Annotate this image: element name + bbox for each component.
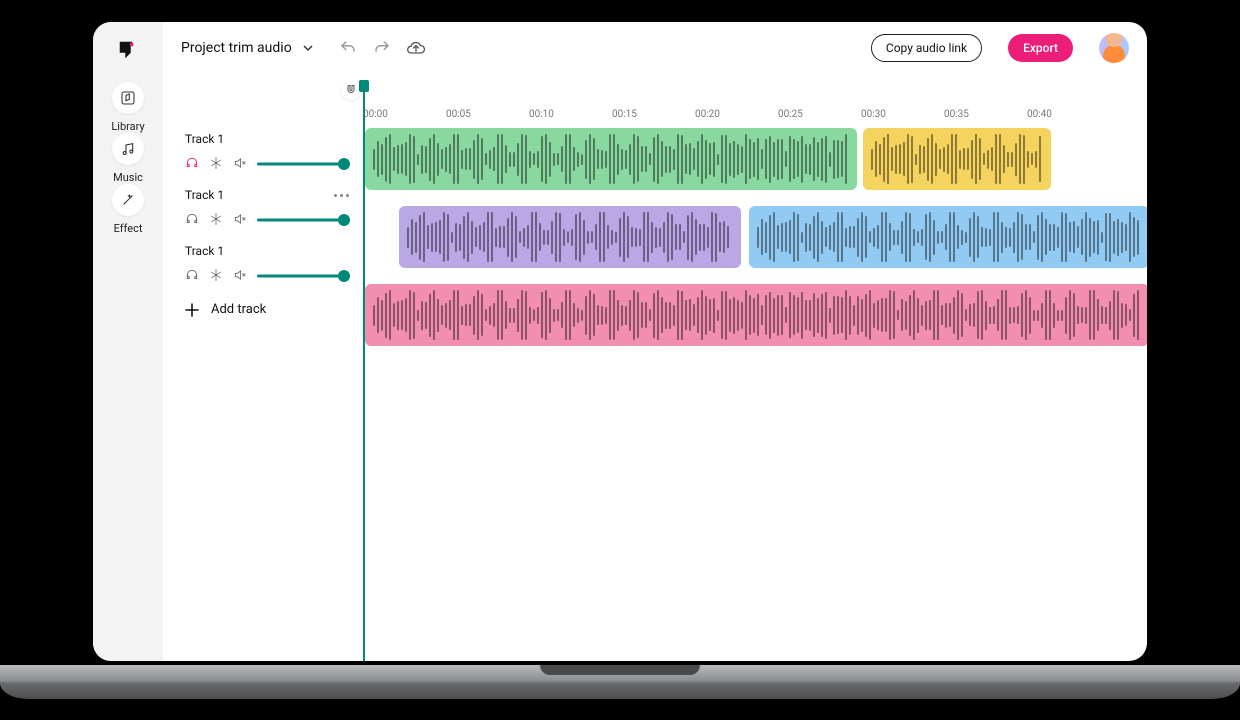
screen-bezel: Library Music Effect Project trim audio (75, 0, 1165, 665)
export-label: Export (1023, 41, 1058, 55)
mute-icon[interactable] (233, 212, 249, 228)
track-header: Track 1 (163, 180, 363, 236)
snap-toggle[interactable] (341, 80, 361, 100)
app-window: Library Music Effect Project trim audio (93, 22, 1147, 661)
topbar: Project trim audio (163, 22, 1147, 74)
rail-item-library[interactable]: Library (111, 82, 144, 133)
laptop-notch (540, 665, 700, 675)
track-name: Track 1 (185, 132, 224, 146)
mute-icon[interactable] (233, 156, 249, 172)
waveform (407, 212, 733, 262)
rail-item-effect[interactable]: Effect (111, 184, 144, 235)
app-logo[interactable] (116, 38, 140, 62)
waveform (373, 134, 849, 184)
track-lanes (363, 120, 1147, 354)
mute-icon[interactable] (233, 268, 249, 284)
cloud-upload-icon (406, 38, 426, 58)
track-header: Track 1 (163, 124, 363, 180)
waveform (871, 134, 1043, 184)
time-tick: 00:00 (363, 109, 446, 120)
cloud-upload-button[interactable] (406, 38, 426, 58)
freeze-icon[interactable] (209, 156, 225, 172)
track-more-button[interactable] (334, 194, 349, 197)
workspace: Track 1Track 1Track 1 Add track 00:0000:… (163, 74, 1147, 661)
main-area: Project trim audio (163, 22, 1147, 661)
redo-button[interactable] (372, 38, 392, 58)
redo-icon (373, 39, 391, 57)
time-tick: 00:35 (944, 109, 1027, 120)
time-tick: 00:30 (861, 109, 944, 120)
chevron-down-icon (302, 42, 314, 54)
time-tick: 00:15 (612, 109, 695, 120)
avatar[interactable] (1099, 33, 1129, 63)
track-name: Track 1 (185, 188, 224, 202)
audio-clip[interactable] (365, 128, 857, 190)
rail-item-label: Effect (114, 222, 143, 235)
laptop-base (0, 665, 1240, 699)
audio-clip[interactable] (749, 206, 1147, 268)
track-lane[interactable] (363, 276, 1147, 354)
add-track-button[interactable]: Add track (163, 292, 363, 327)
track-header: Track 1 (163, 236, 363, 292)
toolbar-icons (338, 38, 426, 58)
time-tick: 00:25 (778, 109, 861, 120)
track-panel: Track 1 Track 1 Track 1 Add track (163, 74, 363, 661)
audio-clip[interactable] (365, 284, 1147, 346)
copy-audio-link-label: Copy audio link (886, 41, 967, 55)
add-track-label: Add track (211, 302, 266, 317)
volume-slider[interactable] (257, 268, 349, 284)
playhead[interactable] (363, 82, 365, 661)
waveform (757, 212, 1141, 262)
waveform (373, 290, 1141, 340)
freeze-icon[interactable] (209, 212, 225, 228)
time-tick: 00:40 (1027, 109, 1110, 120)
volume-slider[interactable] (257, 212, 349, 228)
undo-icon (339, 39, 357, 57)
audio-clip[interactable] (863, 128, 1051, 190)
music-icon (112, 133, 144, 165)
left-rail: Library Music Effect (93, 22, 163, 661)
rail-item-label: Library (111, 120, 144, 133)
project-selector[interactable]: Project trim audio (181, 40, 314, 56)
rail-item-music[interactable]: Music (111, 133, 144, 184)
time-ruler[interactable]: 00:0000:0500:1000:1500:2000:2500:3000:35… (363, 88, 1147, 120)
time-tick: 00:10 (529, 109, 612, 120)
plus-icon (185, 303, 199, 317)
magnet-icon (345, 84, 357, 96)
logo-icon (117, 39, 139, 61)
headphones-icon[interactable] (185, 156, 201, 172)
time-tick: 00:05 (446, 109, 529, 120)
track-lane[interactable] (363, 120, 1147, 198)
laptop-mockup: Library Music Effect Project trim audio (0, 0, 1240, 720)
library-icon (112, 82, 144, 114)
headphones-icon[interactable] (185, 268, 201, 284)
timeline[interactable]: 00:0000:0500:1000:1500:2000:2500:3000:35… (363, 74, 1147, 661)
copy-audio-link-button[interactable]: Copy audio link (871, 34, 982, 62)
project-name: Project trim audio (181, 40, 292, 56)
rail-item-label: Music (113, 171, 143, 184)
volume-slider[interactable] (257, 156, 349, 172)
headphones-icon[interactable] (185, 212, 201, 228)
track-name: Track 1 (185, 244, 224, 258)
undo-button[interactable] (338, 38, 358, 58)
effect-icon (112, 184, 144, 216)
freeze-icon[interactable] (209, 268, 225, 284)
export-button[interactable]: Export (1008, 34, 1073, 62)
time-tick: 00:20 (695, 109, 778, 120)
audio-clip[interactable] (399, 206, 741, 268)
track-lane[interactable] (363, 198, 1147, 276)
